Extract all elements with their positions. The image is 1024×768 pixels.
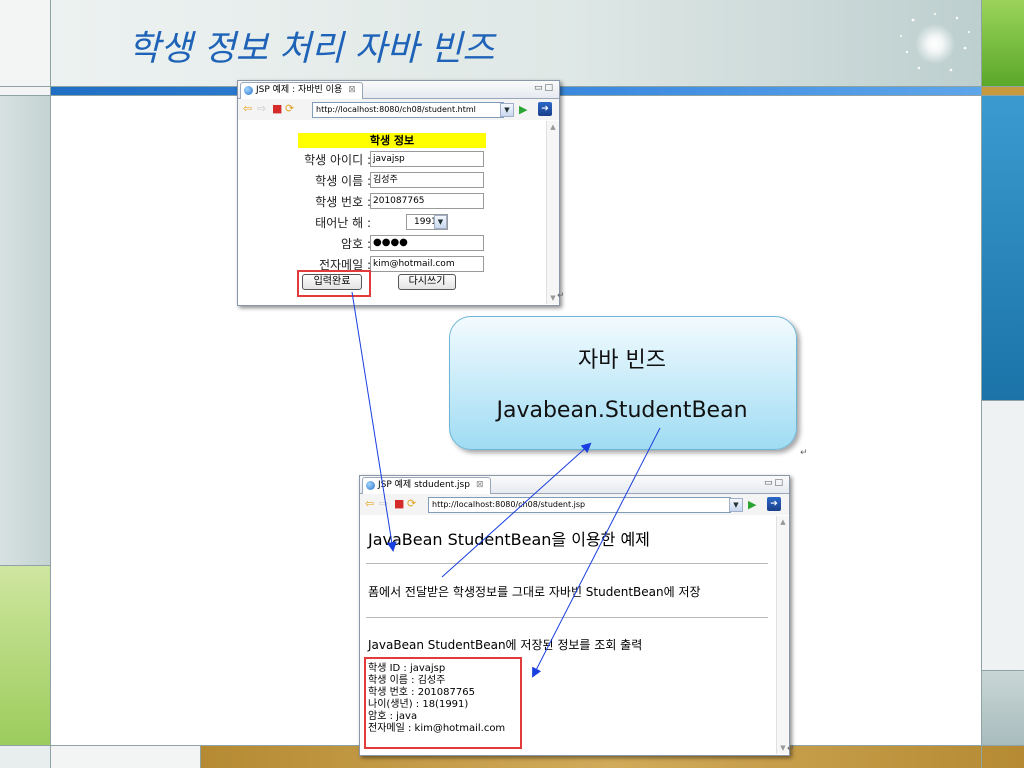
form-browser-window: JSP 예제 : 자바빈 이용 ⊠ ▭□ ⇦ ⇨ ■ ⟳ http://local… (237, 80, 560, 306)
tab-student-form[interactable]: JSP 예제 : 자바빈 이용 ⊠ (240, 82, 363, 99)
paragraph-mark: ↵ (787, 744, 795, 754)
password-input[interactable]: ●●●● (370, 235, 484, 251)
blue-right-tile (982, 95, 1024, 400)
result-heading: JavaBean StudentBean을 이용한 예제 (368, 530, 650, 549)
output-line: 암호 : java (368, 711, 418, 722)
browser-toolbar: ⇦ ⇨ ■ ⟳ http://localhost:8080/ch08/stude… (238, 99, 559, 120)
grid-line (0, 565, 50, 566)
reset-button[interactable]: 다시쓰기 (398, 274, 456, 290)
tab-label: JSP 예제 : 자바빈 이용 (256, 85, 343, 95)
javabean-class-name: Javabean.StudentBean (496, 398, 748, 423)
gold-accent-bar (982, 86, 1024, 95)
grid-line (200, 745, 201, 768)
close-icon[interactable]: ⊠ (348, 85, 356, 95)
bottom-left-tile (0, 745, 50, 768)
refresh-icon[interactable]: ⟳ (285, 103, 294, 115)
editor-tab-bar: JSP 예제 : 자바빈 이용 ⊠ ▭□ (238, 81, 559, 99)
maximize-icon[interactable]: □ (774, 478, 785, 488)
submit-button[interactable]: 입력완료 (302, 274, 362, 290)
tab-label: JSP 예제 stdudent.jsp (378, 480, 470, 490)
output-line: 학생 번호 : 201087765 (368, 687, 475, 698)
navigate-icon[interactable]: ➔ (767, 497, 781, 511)
left-gray-tile (0, 95, 50, 565)
editor-tab-bar: JSP 예제 stdudent.jsp ⊠ ▭□ (360, 476, 789, 494)
javabean-title: 자바 빈즈 (578, 348, 666, 373)
globe-icon (366, 481, 375, 490)
label-password: 암호 : (341, 237, 371, 251)
light-right-tile (982, 400, 1024, 670)
label-birth-year: 태어난 해 : (315, 216, 371, 230)
url-input[interactable]: http://localhost:8080/ch08/student.html (312, 102, 504, 118)
chevron-down-icon[interactable]: ▼ (434, 215, 447, 229)
navigate-icon[interactable]: ➔ (538, 102, 552, 116)
dropdown-icon[interactable]: ▼ (500, 103, 514, 117)
tab-student-jsp[interactable]: JSP 예제 stdudent.jsp ⊠ (362, 477, 491, 494)
window-controls: ▭□ (764, 478, 785, 488)
divider (366, 563, 768, 565)
close-icon[interactable]: ⊠ (476, 480, 484, 490)
label-student-number: 학생 번호 : (315, 195, 371, 209)
output-line: 전자메일 : kim@hotmail.com (368, 723, 506, 734)
back-arrow-icon[interactable]: ⇦ (365, 498, 374, 510)
result-store-line: 폼에서 전달받은 학생정보를 그대로 자바빈 StudentBean에 저장 (368, 585, 701, 599)
minimize-icon[interactable]: ▭ (764, 478, 775, 488)
url-input[interactable]: http://localhost:8080/ch08/student.jsp (428, 497, 731, 513)
divider (366, 617, 768, 619)
go-icon[interactable]: ▶ (748, 498, 756, 511)
globe-icon (244, 86, 253, 95)
output-line: 학생 ID : javajsp (368, 663, 446, 674)
grid-line (982, 400, 1024, 401)
bottom-light-bar (50, 745, 200, 768)
grid-line (981, 0, 982, 768)
email-input[interactable]: kim@hotmail.com (370, 256, 484, 272)
scroll-up-icon[interactable]: ▲ (778, 517, 788, 527)
output-line: 학생 이름 : 김성주 (368, 675, 446, 686)
refresh-icon[interactable]: ⟳ (407, 498, 416, 510)
student-name-input[interactable]: 김성주 (370, 172, 484, 188)
output-line: 나이(생년) : 18(1991) (368, 699, 469, 710)
slide-title: 학생 정보 처리 자바 빈즈 (128, 29, 495, 69)
paragraph-mark: ↵ (800, 448, 808, 458)
scroll-up-icon[interactable]: ▲ (548, 122, 558, 132)
green-corner-tile (982, 0, 1024, 86)
window-controls: ▭□ (534, 83, 555, 93)
minimize-icon[interactable]: ▭ (534, 83, 545, 93)
result-browser-window: JSP 예제 stdudent.jsp ⊠ ▭□ ⇦ ⇨ ■ ⟳ http://l… (359, 475, 790, 756)
maximize-icon[interactable]: □ (544, 83, 555, 93)
browser-toolbar: ⇦ ⇨ ■ ⟳ http://localhost:8080/ch08/stude… (360, 494, 789, 515)
grid-line (982, 670, 1024, 671)
paragraph-mark: ↵ (557, 291, 565, 301)
stop-icon[interactable]: ■ (272, 103, 282, 115)
dropdown-icon[interactable]: ▼ (729, 498, 743, 512)
javabean-callout (449, 316, 797, 450)
grid-line (50, 0, 51, 768)
left-green-tile (0, 565, 50, 745)
go-icon[interactable]: ▶ (519, 103, 527, 116)
student-number-input[interactable]: 201087765 (370, 193, 484, 209)
label-student-name: 학생 이름 : (315, 174, 371, 188)
forward-arrow-icon[interactable]: ⇨ (257, 103, 266, 115)
label-student-id: 학생 아이디 : (304, 153, 371, 167)
result-query-line: JavaBean StudentBean에 저장된 정보를 조회 출력 (368, 638, 643, 652)
vertical-scrollbar[interactable]: ▲ ▼ (776, 516, 789, 754)
vertical-scrollbar[interactable]: ▲ ▼ (546, 121, 559, 304)
back-arrow-icon[interactable]: ⇦ (243, 103, 252, 115)
forward-arrow-icon[interactable]: ⇨ (379, 498, 388, 510)
birth-year-select[interactable]: 1991 ▼ (406, 214, 448, 230)
sparkle-icon (900, 13, 970, 72)
gray-right-tile (982, 670, 1024, 745)
stop-icon[interactable]: ■ (394, 498, 404, 510)
form-heading: 학생 정보 (298, 133, 486, 148)
student-id-input[interactable]: javajsp (370, 151, 484, 167)
